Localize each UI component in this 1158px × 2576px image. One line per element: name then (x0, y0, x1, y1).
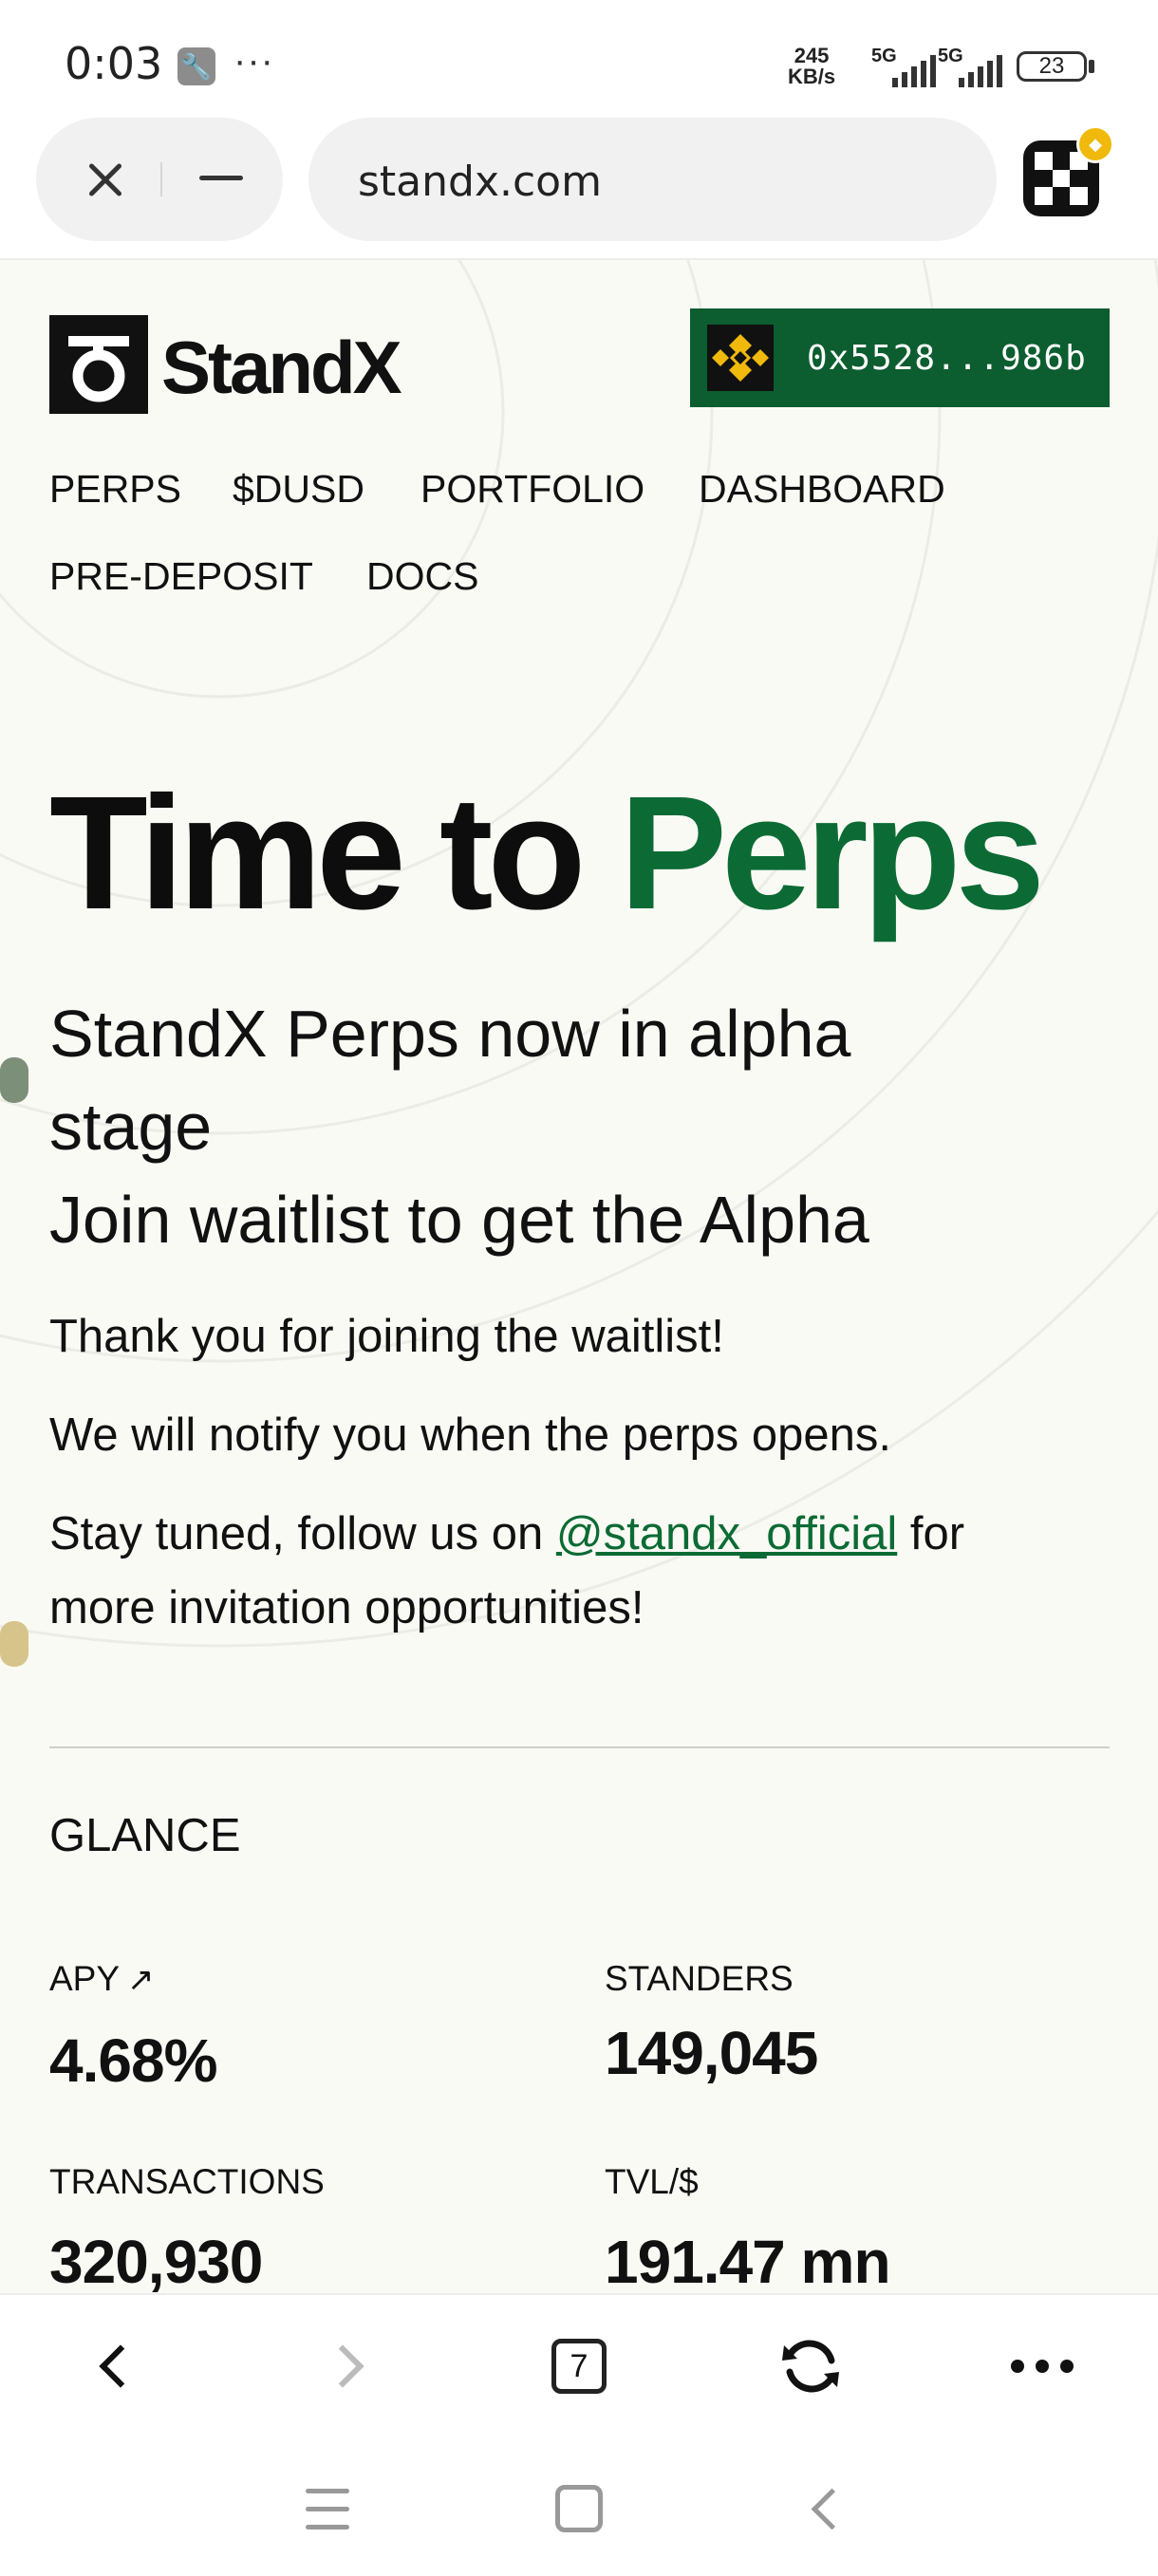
nav-pre-deposit[interactable]: PRE-DEPOSIT (49, 554, 313, 599)
status-time: 0:03 (65, 38, 163, 89)
signal-icon: 5G (871, 46, 938, 87)
page-content: StandX 0x5528...986b PERPS $DUSD PORTFOL… (0, 260, 1158, 2293)
transactions-value: 320,930 (49, 2228, 263, 2293)
nav-portfolio[interactable]: PORTFOLIO (420, 467, 644, 512)
wallet-address-button[interactable]: 0x5528...986b (690, 308, 1110, 407)
network-speed-value: 245 (794, 44, 830, 67)
tvl-value: 191.47 mn (605, 2228, 891, 2293)
standers-value: 149,045 (605, 2019, 818, 2087)
thanks-text: Thank you for joining the waitlist! (49, 1311, 724, 1362)
tabs-icon[interactable]: 7 (513, 2295, 645, 2437)
signal-icon-2: 5G (938, 46, 1004, 87)
hero-title: Time to Perps (49, 773, 1045, 934)
tab-controls (36, 118, 283, 241)
bnb-icon (707, 325, 774, 391)
tab-count[interactable]: 7 (551, 2339, 607, 2394)
hero-title-accent: Perps (619, 763, 1045, 943)
nav-dashboard[interactable]: DASHBOARD (699, 467, 945, 512)
twitter-link[interactable]: @standx_official (556, 1508, 897, 1559)
standers-label: STANDERS (605, 1959, 794, 1998)
logo-text[interactable]: StandX (161, 325, 402, 411)
stay-tuned-suffix: for (897, 1508, 965, 1559)
refresh-icon[interactable] (744, 2295, 877, 2437)
nav-dusd[interactable]: $DUSD (233, 467, 364, 512)
stay-tuned-text: Stay tuned, follow us on @standx_officia… (49, 1511, 964, 1558)
subtitle-line-2: stage (49, 1090, 213, 1164)
subtitle-line-1: StandX Perps now in alpha (49, 997, 851, 1071)
nav-perps[interactable]: PERPS (49, 467, 181, 512)
recent-apps-icon[interactable] (290, 2475, 365, 2542)
stay-tuned-line-2: more invitation opportunities! (49, 1582, 644, 1633)
forward-icon[interactable] (281, 2295, 414, 2437)
nav-docs[interactable]: DOCS (366, 554, 478, 599)
hero-title-main: Time to (49, 763, 620, 943)
bnb-badge-icon: ◆ (1076, 125, 1114, 163)
floating-decoration-icon-2 (0, 1621, 28, 1667)
standx-logo-icon[interactable] (49, 315, 148, 414)
url-bar[interactable]: standx.com (308, 118, 997, 241)
stay-tuned-prefix: Stay tuned, follow us on (49, 1508, 556, 1559)
more-icon[interactable] (976, 2295, 1109, 2437)
battery-icon: 23 (1017, 51, 1087, 82)
control-divider (160, 162, 162, 196)
network-speed: 245 KB/s (788, 46, 835, 87)
bottom-toolbar: 7 (0, 2293, 1158, 2576)
wallet-app-icon[interactable]: ◆ (1023, 125, 1114, 216)
back-icon[interactable] (49, 2295, 182, 2437)
wrench-icon: 🔧 (177, 47, 215, 85)
subtitle-line-3: Join waitlist to get the Alpha (49, 1183, 869, 1257)
minimize-icon[interactable] (199, 176, 243, 180)
floating-decoration-icon (0, 1057, 28, 1103)
system-back-icon[interactable] (794, 2475, 869, 2542)
browser-toolbar: standx.com ◆ (0, 118, 1158, 260)
home-icon[interactable] (541, 2475, 617, 2542)
tvl-label: TVL/$ (605, 2162, 699, 2201)
battery-tip (1089, 60, 1094, 73)
status-bar: 0:03 🔧 ··· 245 KB/s 5G 5G 23 (0, 0, 1158, 118)
notify-text: We will notify you when the perps opens. (49, 1409, 892, 1461)
apy-label[interactable]: APY ↗ (49, 1959, 155, 1999)
transactions-label: TRANSACTIONS (49, 2162, 325, 2201)
external-link-arrow-icon[interactable]: ↗ (127, 1961, 155, 1999)
apy-value: 4.68% (49, 2026, 217, 2095)
wallet-address[interactable]: 0x5528...986b (807, 339, 1087, 378)
close-icon[interactable] (80, 153, 133, 206)
apy-label-text: APY (49, 1959, 121, 1998)
status-more-dots: ··· (233, 40, 274, 82)
section-divider (49, 1746, 1110, 1748)
url-text[interactable]: standx.com (358, 158, 602, 206)
network-speed-unit: KB/s (788, 65, 836, 88)
glance-heading: GLANCE (49, 1810, 241, 1861)
